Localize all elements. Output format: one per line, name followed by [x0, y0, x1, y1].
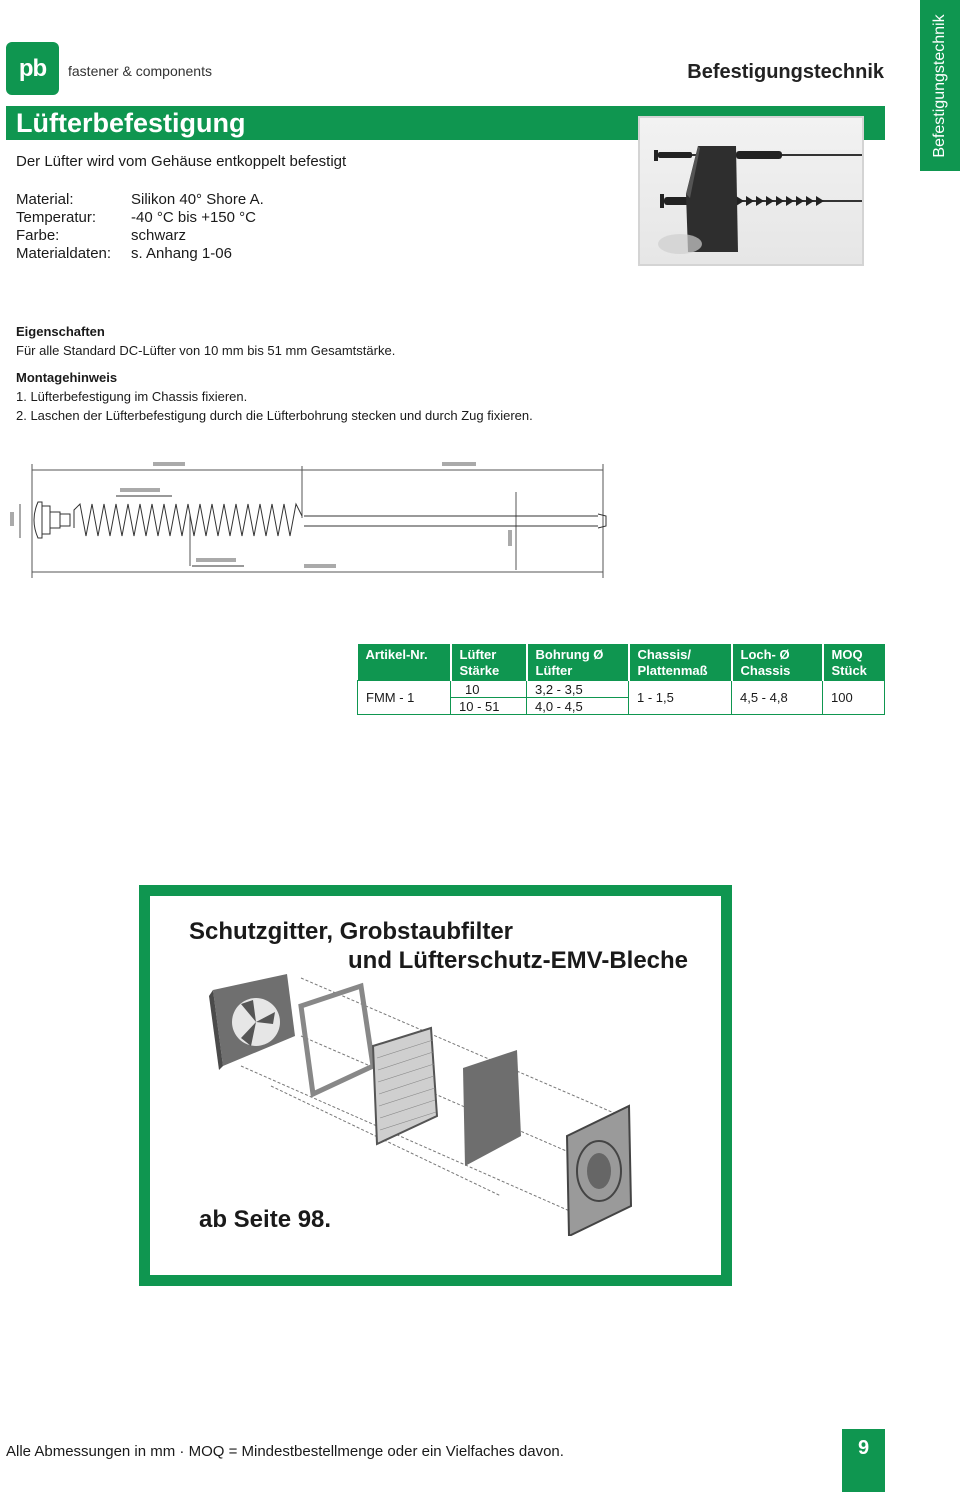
properties-section: Eigenschaften Für alle Standard DC-Lüfte…	[16, 322, 533, 425]
assembly-step: 1. Lüfterbefestigung im Chassis fixieren…	[16, 389, 248, 404]
brand-tagline: fastener & components	[68, 63, 212, 79]
spec-row-temperature: Temperatur: -40 °C bis +150 °C	[16, 209, 264, 227]
spec-label: Material:	[16, 191, 74, 208]
cell-chassis-thickness: 1 - 1,5	[628, 680, 732, 715]
header-fan-thickness: Lüfter Stärke	[450, 644, 528, 681]
assembly-step: 2. Laschen der Lüfterbefestigung durch d…	[16, 408, 533, 423]
properties-text: Für alle Standard DC-Lüfter von 10 mm bi…	[16, 343, 396, 358]
dimension-label	[442, 462, 476, 466]
cell-fan-bore: 4,0 - 4,5	[526, 697, 629, 715]
assembly-heading: Montagehinweis	[16, 370, 118, 385]
spec-row-material-data: Materialdaten: s. Anhang 1-06	[16, 245, 264, 263]
page-number: 9	[842, 1429, 885, 1492]
header-fan-bore: Bohrung Ø Lüfter	[526, 644, 630, 681]
dimension-label	[508, 530, 512, 546]
spec-value: -40 °C bis +150 °C	[131, 209, 256, 226]
cell-fan-thickness: 10	[450, 680, 527, 698]
promo-title-line1: Schutzgitter, Grobstaubfilter	[189, 918, 514, 945]
side-tab[interactable]: Befestigungstechnik	[920, 0, 960, 171]
header-chassis-hole: Loch- Ø Chassis	[731, 644, 824, 681]
dimension-label	[304, 564, 336, 568]
properties-heading: Eigenschaften	[16, 324, 105, 339]
fan-part	[209, 974, 295, 1070]
header-moq: MOQ Stück	[822, 644, 885, 681]
header-chassis-thickness: Chassis/Plattenmaß	[628, 644, 733, 681]
drawing-ribs	[73, 502, 303, 537]
page-title: Lüfterbefestigung	[16, 108, 246, 138]
dimension-label	[153, 462, 185, 466]
dimension-label	[10, 512, 14, 526]
spec-value: schwarz	[131, 227, 187, 244]
spec-label: Materialdaten:	[16, 245, 112, 262]
spec-table: Artikel-Nr. Lüfter Stärke Bohrung Ø Lüfter…	[357, 644, 885, 715]
spec-value: s. Anhang 1-06	[131, 245, 232, 262]
brand-logo: pb	[6, 42, 59, 95]
cell-fan-bore: 3,2 - 3,5	[526, 680, 629, 698]
emv-sheet-part	[463, 1050, 521, 1166]
cell-fan-thickness: 10 - 51	[450, 697, 527, 715]
spec-row-color: Farbe: schwarz	[16, 227, 264, 245]
frame-part	[298, 982, 376, 1098]
promo-page-link[interactable]: ab Seite 98.	[199, 1206, 331, 1234]
spec-row-material: Material: Silikon 40° Shore A.	[16, 191, 264, 209]
table-row: FMM - 1 10 3,2 - 3,5 1 - 1,5 4,5 - 4,8 1…	[357, 680, 885, 715]
product-subtitle: Der Lüfter wird vom Gehäuse entkoppelt b…	[16, 153, 347, 170]
table-header-row: Artikel-Nr. Lüfter Stärke Bohrung Ø Lüfter…	[357, 644, 885, 681]
header-article: Artikel-Nr.	[357, 644, 452, 681]
promo-box[interactable]: Schutzgitter, Grobstaubfilter und Lüfter…	[139, 885, 732, 1286]
guard-part	[565, 1104, 633, 1236]
spec-label: Temperatur:	[16, 209, 97, 226]
product-photo	[638, 116, 864, 266]
footer-note: Alle Abmessungen in mm · MOQ = Mindestbe…	[6, 1443, 564, 1460]
dimension-label	[196, 558, 236, 562]
dimension-labels	[10, 462, 512, 568]
side-tab-label: Befestigungstechnik	[931, 13, 948, 158]
fan-mount-illustration	[654, 146, 862, 254]
cell-moq: 100	[822, 680, 885, 715]
spec-list: Material: Silikon 40° Shore A. Temperatu…	[16, 191, 264, 263]
cell-chassis-hole: 4,5 - 4,8	[731, 680, 823, 715]
cell-article: FMM - 1	[357, 680, 451, 715]
technical-drawing	[10, 462, 607, 578]
filter-part	[371, 1026, 439, 1146]
spec-value: Silikon 40° Shore A.	[131, 191, 264, 208]
section-heading: Befestigungstechnik	[687, 61, 884, 83]
exploded-fan-illustration	[209, 974, 633, 1236]
spec-label: Farbe:	[16, 227, 60, 244]
dimension-label	[120, 488, 160, 492]
